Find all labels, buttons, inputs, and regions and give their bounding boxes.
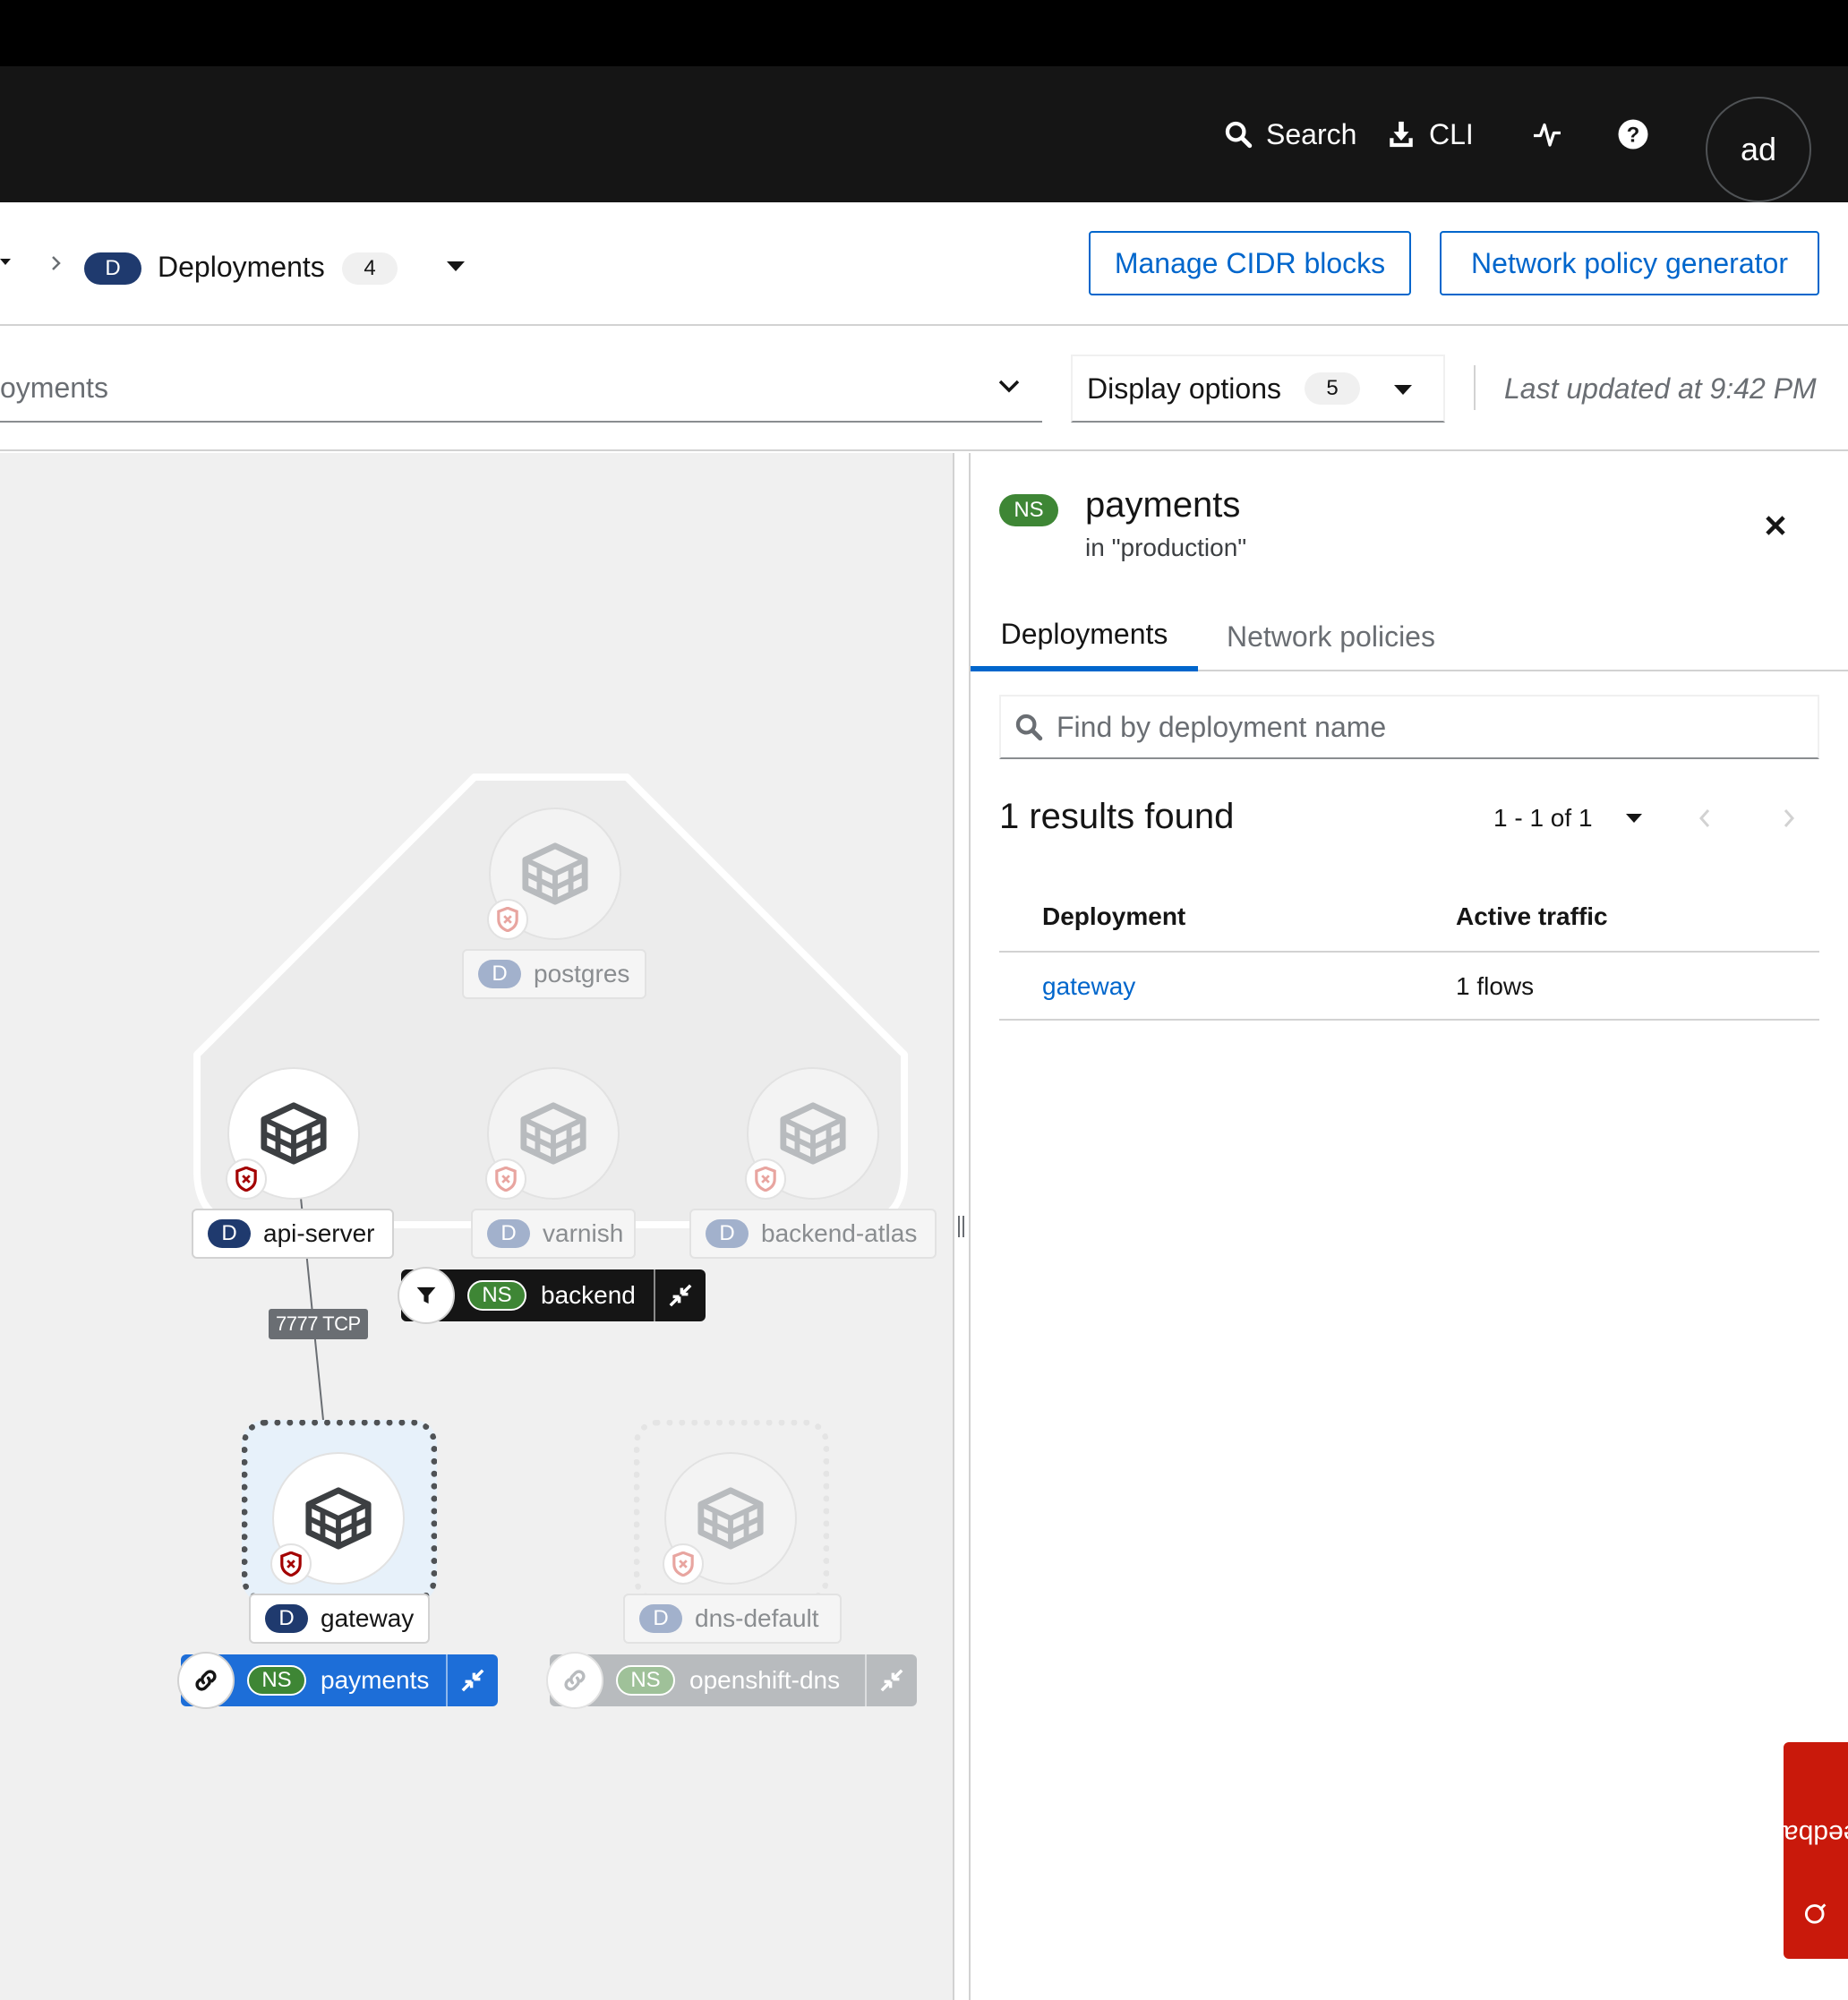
cube-icon <box>520 1102 586 1165</box>
help-button[interactable]: ? <box>1617 66 1649 202</box>
deployment-search-field[interactable]: Find by deployment name <box>999 695 1819 759</box>
table-header: Deployment Active traffic <box>999 881 1819 953</box>
namespace-bar-backend[interactable]: NS backend <box>398 1267 706 1324</box>
caret-down-icon <box>1394 385 1412 395</box>
cli-label: CLI <box>1429 117 1474 150</box>
cube-icon <box>697 1487 764 1550</box>
display-options-label: Display options <box>1087 372 1281 405</box>
results-count: 1 results found <box>999 797 1235 836</box>
postgres-label: D postgres <box>462 949 646 999</box>
search-label: Search <box>1266 117 1357 150</box>
pagination-label: 1 - 1 of 1 <box>1493 804 1593 832</box>
chevron-down-icon <box>998 380 1020 393</box>
panel-title: payments <box>1085 485 1241 525</box>
caret-down-icon <box>1625 814 1642 823</box>
caret-down-icon[interactable] <box>446 260 466 272</box>
deployment-link[interactable]: gateway <box>1042 972 1135 1001</box>
edge-port-label[interactable]: 7777 TCP <box>269 1309 368 1339</box>
download-icon <box>1390 121 1413 148</box>
policy-shield-icon <box>226 1158 267 1200</box>
dns-default-label: D dns-default <box>623 1594 842 1644</box>
search-icon <box>1225 121 1253 149</box>
search-link[interactable]: Search <box>1223 66 1356 202</box>
traffic-value: 1 flows <box>1456 972 1535 1000</box>
feedback-label: Feedback <box>1757 1819 1848 1849</box>
breadcrumb-toolbar: D Deployments 4 Manage CIDR blocks Netwo… <box>0 202 1848 326</box>
pulse-icon <box>1534 123 1561 147</box>
link-icon[interactable] <box>546 1652 603 1709</box>
toolbar-divider <box>1474 365 1476 410</box>
policy-shield-icon <box>745 1158 786 1200</box>
panel-subtitle: in "production" <box>1085 534 1247 561</box>
policy-shield-icon <box>270 1543 312 1585</box>
help-icon: ? <box>1618 119 1648 150</box>
collapse-icon[interactable] <box>865 1654 917 1706</box>
backend-atlas-label: D backend-atlas <box>689 1209 937 1259</box>
last-updated-text: Last updated at 9:42 PM <box>1504 372 1817 405</box>
collapse-icon[interactable] <box>446 1654 498 1706</box>
panel-tabs: Deployments Network policies <box>971 602 1848 671</box>
filter-text: oyments <box>0 371 108 404</box>
cli-link[interactable]: CLI <box>1386 66 1474 202</box>
pagination-select[interactable]: 1 - 1 of 1 <box>1493 804 1643 833</box>
cube-icon <box>261 1102 327 1165</box>
deployment-count: 4 <box>342 252 398 285</box>
side-panel: NS payments in "production" Deployments … <box>971 453 1848 2000</box>
namespace-badge: NS <box>999 494 1058 526</box>
chevron-right-icon <box>52 256 61 270</box>
cube-icon <box>780 1102 846 1165</box>
deployment-filter-select[interactable]: oyments <box>0 355 1042 423</box>
display-options-count: 5 <box>1305 372 1360 405</box>
column-header-deployment: Deployment <box>1042 902 1186 930</box>
svg-text:?: ? <box>1627 123 1640 147</box>
feedback-button[interactable]: Feedback <box>1757 1742 1848 1959</box>
gateway-label: D gateway <box>249 1594 430 1644</box>
api-server-label: D api-server <box>192 1209 394 1259</box>
network-policy-generator-button[interactable]: Network policy generator <box>1440 231 1819 295</box>
policy-shield-icon <box>663 1543 704 1585</box>
breadcrumb-label[interactable]: Deployments <box>158 251 325 284</box>
policy-shield-icon <box>485 1158 526 1200</box>
close-icon[interactable] <box>1764 514 1787 537</box>
topology-canvas[interactable]: D postgres D api-server D varnish D back… <box>0 453 953 2000</box>
link-icon[interactable] <box>177 1652 235 1709</box>
caret-down-icon[interactable] <box>0 256 13 269</box>
namespace-bar-openshift-dns[interactable]: NS openshift-dns <box>546 1652 917 1709</box>
search-icon <box>1015 714 1043 741</box>
feedback-icon <box>1805 1903 1827 1924</box>
deployment-badge: D <box>84 252 141 285</box>
manage-cidr-button[interactable]: Manage CIDR blocks <box>1089 231 1411 295</box>
search-placeholder: Find by deployment name <box>1057 710 1387 743</box>
tab-network-policies[interactable]: Network policies <box>1227 602 1435 671</box>
namespace-bar-payments[interactable]: NS payments <box>177 1652 498 1709</box>
next-page-icon[interactable] <box>1782 808 1796 829</box>
table-row: gateway 1 flows <box>999 953 1819 1021</box>
activity-button[interactable] <box>1531 66 1563 202</box>
prev-page-icon[interactable] <box>1698 808 1712 829</box>
filter-icon[interactable] <box>398 1267 455 1324</box>
column-header-active-traffic: Active traffic <box>1456 902 1608 930</box>
varnish-label: D varnish <box>471 1209 636 1259</box>
cube-icon <box>305 1487 372 1550</box>
tab-deployments[interactable]: Deployments <box>971 602 1198 671</box>
masthead: Search CLI ? ad <box>0 66 1848 202</box>
collapse-icon[interactable] <box>654 1269 706 1321</box>
policy-shield-icon <box>487 899 528 940</box>
display-options-select[interactable]: Display options 5 <box>1071 355 1445 423</box>
top-strip <box>0 0 1848 66</box>
user-avatar[interactable]: ad <box>1706 97 1811 202</box>
filter-toolbar: oyments Display options 5 Last updated a… <box>0 326 1848 451</box>
cube-icon <box>522 842 588 905</box>
panel-resize-handle[interactable] <box>953 453 971 2000</box>
